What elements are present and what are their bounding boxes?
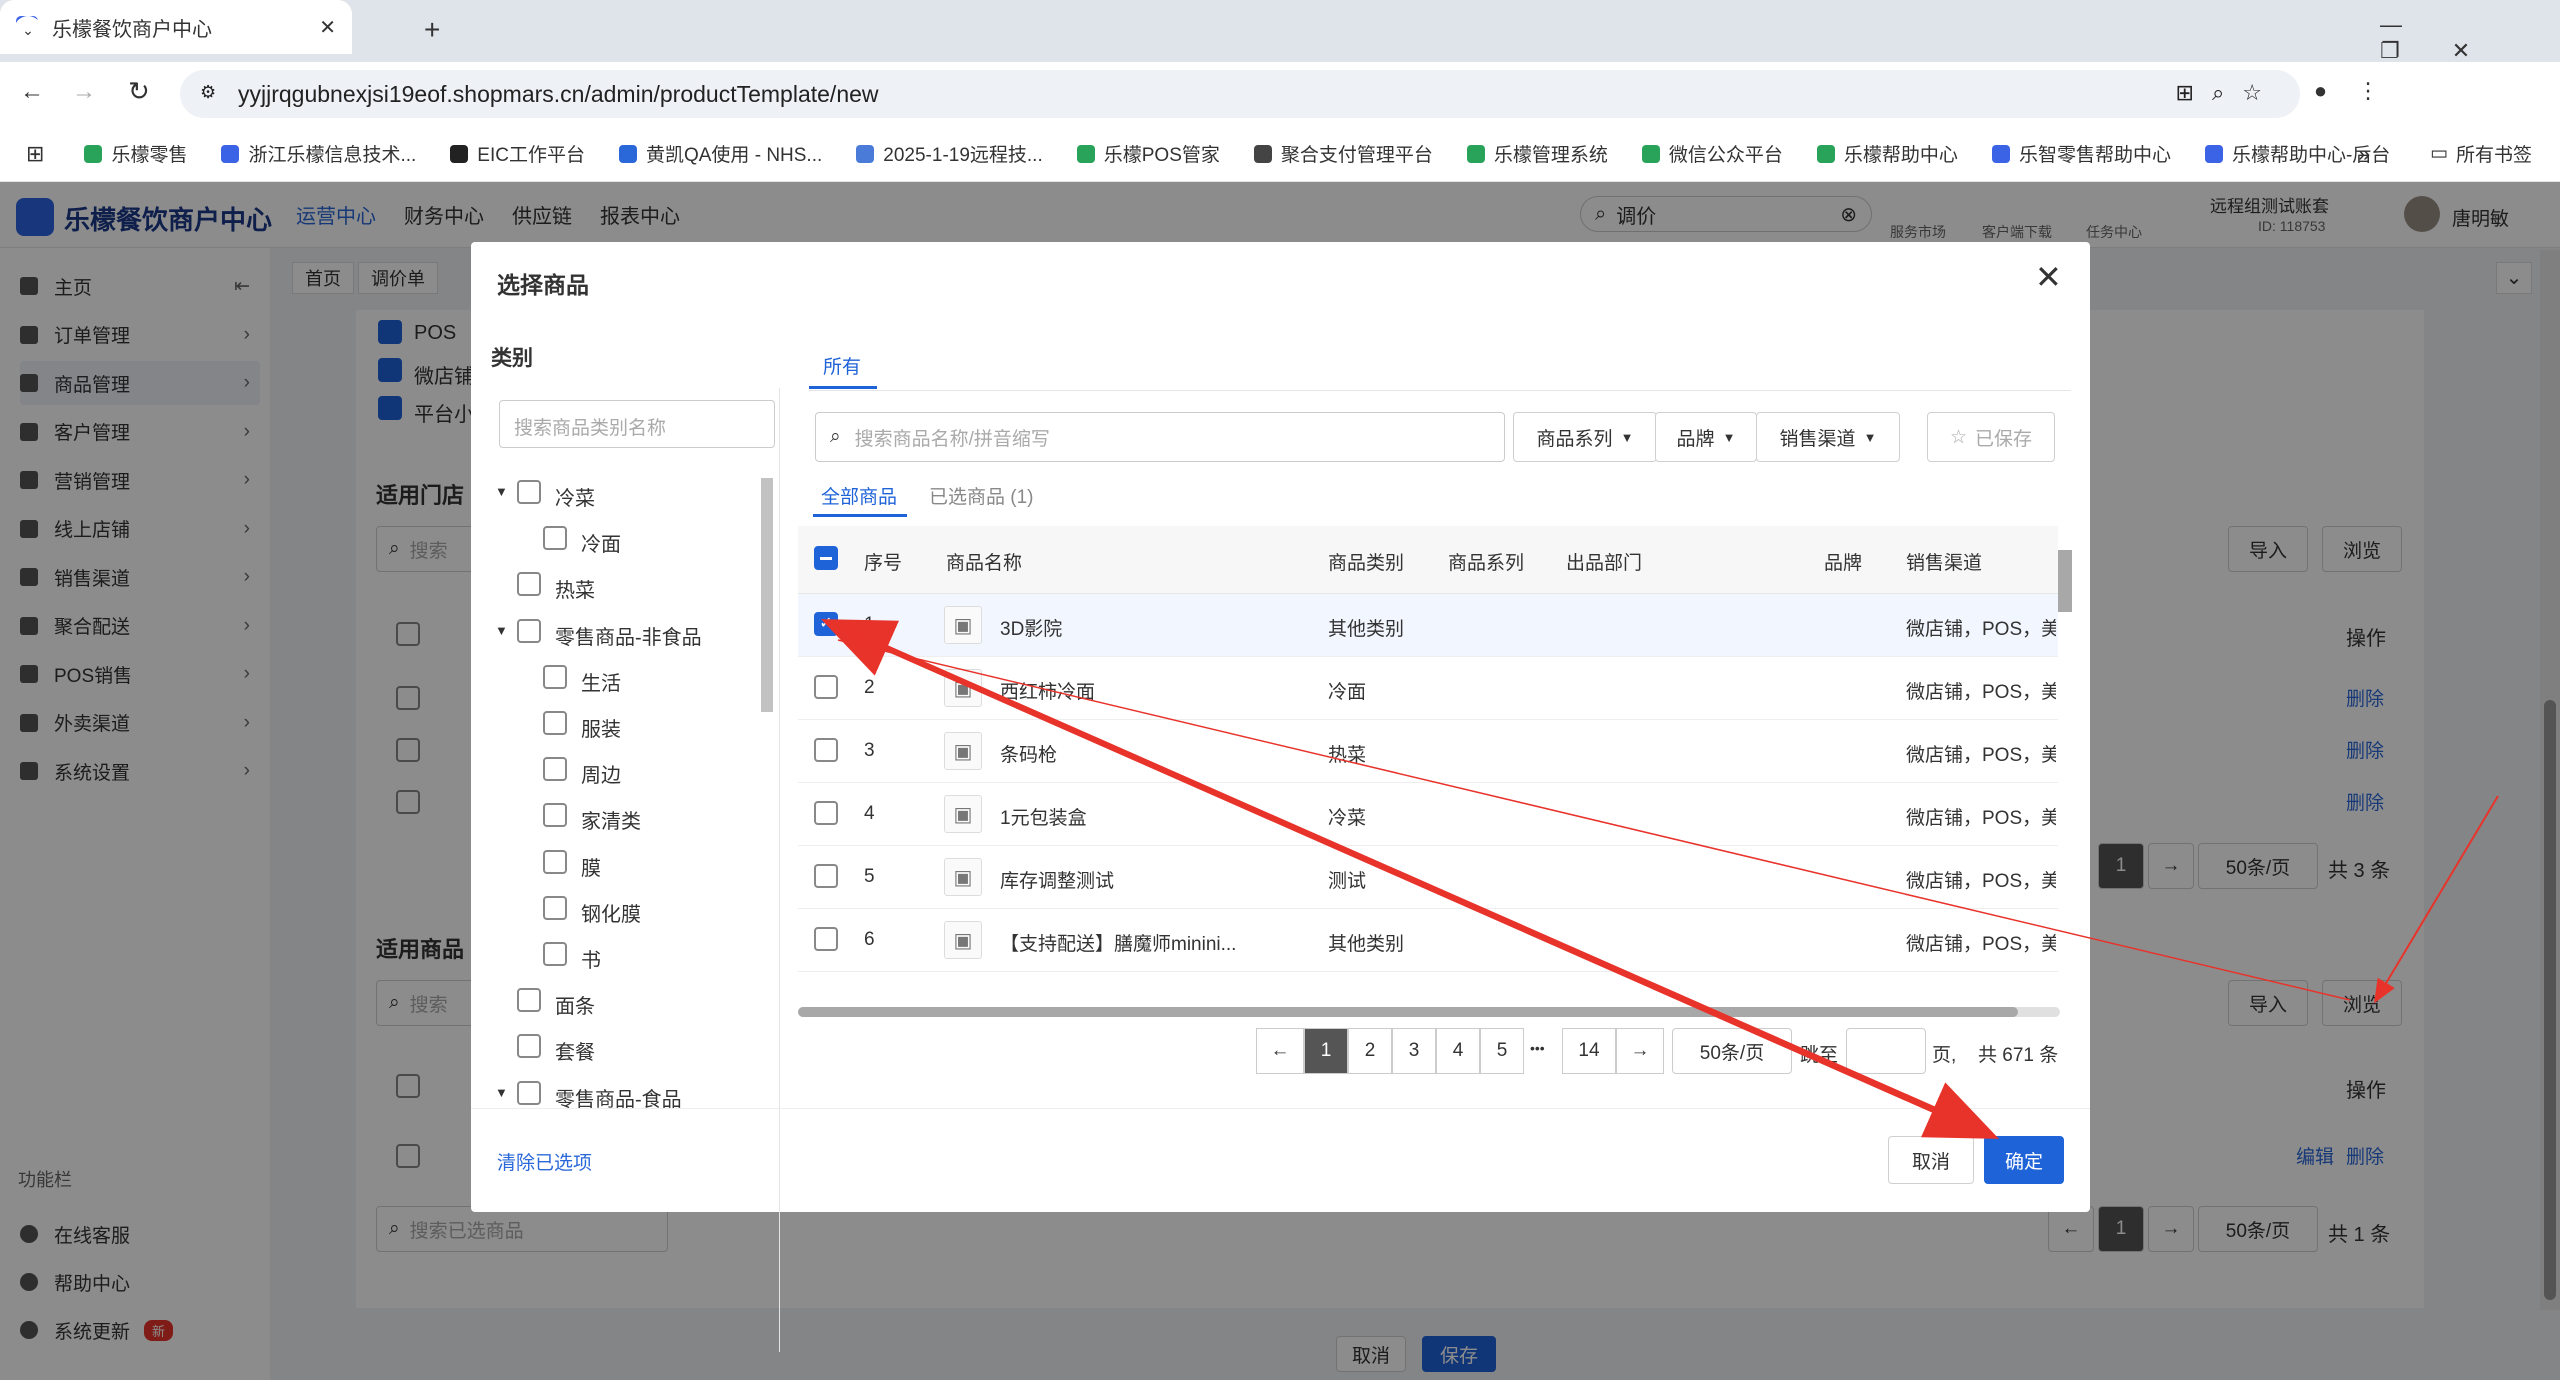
arrow-to-confirm	[830, 621, 1999, 1139]
annotation-arrows	[821, 619, 2499, 1139]
arrow-to-browse	[2373, 795, 2499, 1004]
thin-line-to-browse	[837, 639, 2351, 1001]
